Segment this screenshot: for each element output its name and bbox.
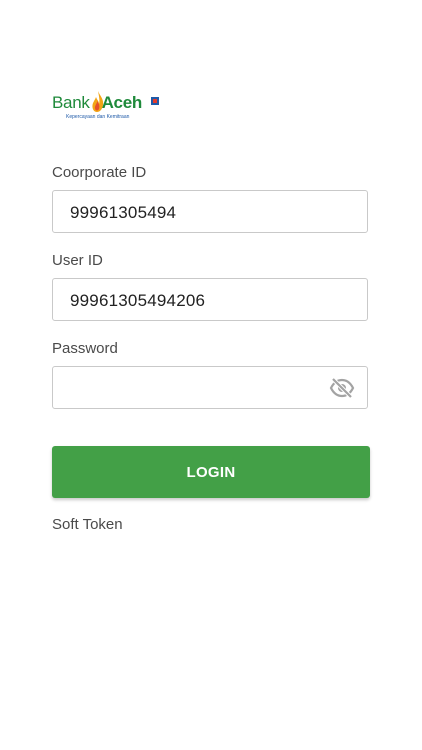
soft-token-link[interactable]: Soft Token (52, 516, 123, 533)
user-id-value: 99961305494206 (70, 291, 206, 310)
logo-tagline: Kepercayaan dan Kemitraan (66, 114, 130, 120)
logo-flag-icon (151, 97, 159, 105)
password-label: Password (52, 340, 118, 357)
login-button[interactable]: LOGIN (52, 446, 370, 498)
flame-icon (92, 91, 104, 112)
corporate-id-input[interactable]: 99961305494 (52, 190, 368, 233)
corporate-id-value: 99961305494 (70, 203, 177, 222)
logo-name-regular: Bank (52, 93, 90, 112)
user-id-input[interactable]: 99961305494206 (52, 278, 368, 321)
user-id-label: User ID (52, 252, 103, 269)
password-input[interactable] (52, 366, 368, 409)
eye-off-icon[interactable] (329, 377, 355, 399)
bank-aceh-logo: Bank Aceh Kepercayaan dan Kemitraan (52, 91, 162, 123)
corporate-id-label: Coorporate ID (52, 164, 147, 181)
logo-name-bold: Aceh (101, 93, 143, 112)
